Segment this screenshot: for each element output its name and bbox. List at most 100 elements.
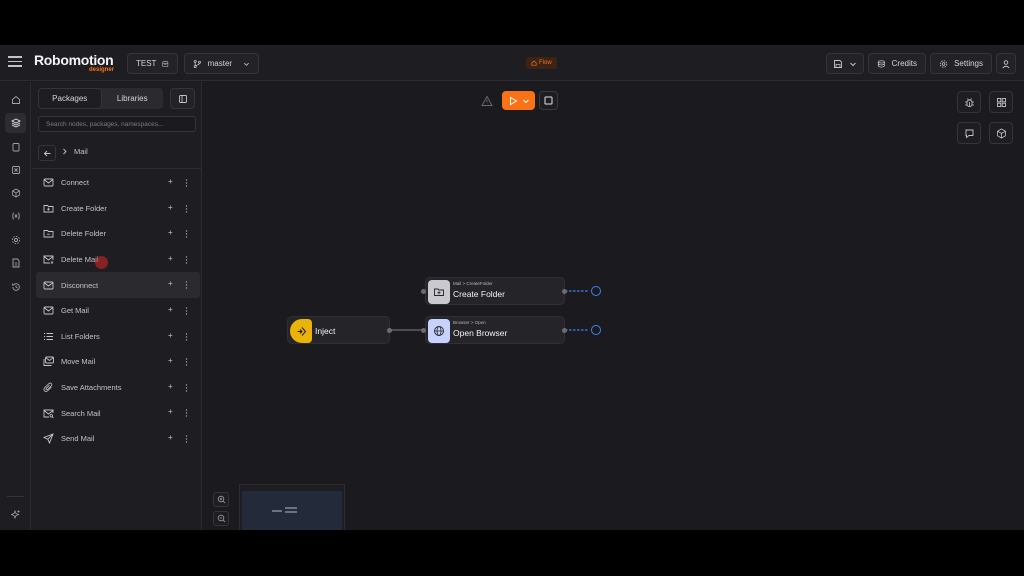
layers-icon [10, 118, 21, 128]
nav-home[interactable] [10, 94, 21, 105]
node-open-browser[interactable]: Browser > Open Open Browser [421, 316, 567, 344]
top-bar: Robomotion designer TEST master Flow Cre… [0, 45, 1024, 81]
drag-handle-icon[interactable] [185, 307, 188, 315]
file-text-icon [12, 258, 19, 267]
back-button[interactable] [38, 145, 56, 161]
drag-handle-icon[interactable] [185, 409, 188, 418]
list-item-move-mail[interactable]: Move Mail + [36, 349, 200, 375]
nav-divider [7, 496, 24, 497]
list-item-disconnect[interactable]: Disconnect + [36, 272, 200, 298]
app-window: Robomotion designer TEST master Flow Cre… [0, 45, 1024, 530]
menu-icon[interactable] [8, 56, 22, 70]
drag-handle-icon[interactable] [185, 384, 188, 392]
list-item-create-folder[interactable]: Create Folder + [36, 196, 200, 222]
nav-variables[interactable] [10, 164, 21, 175]
breadcrumb-current[interactable]: Mail [74, 147, 88, 156]
nav-logs[interactable] [10, 257, 21, 268]
drag-handle-icon[interactable] [185, 281, 188, 290]
breadcrumb: Mail [62, 147, 88, 156]
zoom-in-button[interactable] [213, 492, 229, 507]
list-icon [43, 331, 54, 342]
minimap[interactable] [239, 484, 345, 530]
save-dropdown[interactable] [826, 53, 864, 74]
project-selector[interactable]: TEST [127, 53, 178, 74]
list-item-search-mail[interactable]: Search Mail + [36, 400, 200, 426]
drag-handle-icon[interactable] [185, 358, 188, 366]
home-icon [531, 60, 537, 66]
nav-functions[interactable] [10, 210, 21, 221]
node-inject[interactable]: Inject [287, 316, 392, 344]
tab-libraries[interactable]: Libraries [102, 88, 164, 109]
nav-history[interactable] [10, 281, 21, 292]
branch-selector[interactable]: master [184, 53, 259, 74]
add-icon[interactable]: + [168, 331, 173, 340]
credits-label: Credits [891, 59, 917, 68]
nav-ai-assistant[interactable] [10, 508, 21, 519]
list-item-get-mail[interactable]: Get Mail + [36, 298, 200, 324]
node-title: Create Folder [453, 289, 505, 299]
logo-text: Robomotion [34, 52, 114, 68]
credits-button[interactable]: Credits [868, 53, 926, 74]
add-icon[interactable]: + [168, 254, 173, 263]
folder-plus-icon [428, 280, 450, 304]
clipboard-icon [12, 142, 19, 151]
gear-icon [939, 59, 948, 68]
minimap-node [272, 510, 282, 512]
add-icon[interactable]: + [168, 229, 173, 237]
add-icon[interactable]: + [168, 280, 173, 288]
panel-toggle-button[interactable] [170, 88, 195, 109]
search-input[interactable] [38, 116, 196, 132]
flow-canvas[interactable]: Inject Mail > CreateFolder Create Folder… [203, 82, 1024, 530]
mail-icon [43, 280, 54, 291]
tab-packages[interactable]: Packages [38, 88, 102, 109]
branch-name: master [207, 59, 233, 68]
panel-divider [32, 168, 202, 169]
add-output-create-folder [591, 286, 601, 296]
chevron-right-icon [63, 148, 67, 155]
list-item-label: Get Mail [61, 306, 89, 316]
list-item-save-attachments[interactable]: Save Attachments + [36, 375, 200, 401]
add-icon[interactable]: + [168, 203, 173, 212]
add-output-open-browser [591, 325, 601, 335]
flow-edges [390, 286, 601, 335]
list-item-delete-folder[interactable]: Delete Folder + [36, 221, 200, 247]
nav-clipboard[interactable] [10, 141, 21, 152]
drag-handle-icon[interactable] [185, 435, 188, 443]
add-icon[interactable]: + [168, 433, 173, 442]
drag-handle-icon[interactable] [185, 204, 188, 213]
add-icon[interactable]: + [168, 305, 173, 314]
input-port[interactable] [421, 289, 426, 294]
output-port[interactable] [562, 289, 567, 294]
input-port[interactable] [421, 328, 426, 333]
node-list: Connect + Create Folder + Delete Folder … [36, 170, 200, 452]
add-icon[interactable]: + [168, 178, 173, 186]
folder-plus-icon [43, 203, 54, 214]
drag-handle-icon[interactable] [185, 332, 188, 341]
inject-icon [290, 319, 312, 343]
node-create-folder[interactable]: Mail > CreateFolder Create Folder [421, 277, 567, 305]
settings-button[interactable]: Settings [930, 53, 992, 74]
output-port[interactable] [562, 328, 567, 333]
list-item-send-mail[interactable]: Send Mail + [36, 426, 200, 452]
node-title: Open Browser [453, 328, 508, 338]
list-item-connect[interactable]: Connect + [36, 170, 200, 196]
add-icon[interactable]: + [168, 357, 173, 365]
drag-handle-icon[interactable] [185, 179, 188, 187]
nav-packages[interactable] [5, 113, 26, 133]
zoom-out-button[interactable] [213, 511, 229, 526]
add-icon[interactable]: + [168, 382, 173, 391]
database-icon [877, 59, 885, 68]
add-icon[interactable]: + [168, 408, 173, 416]
list-item-label: List Folders [61, 331, 100, 341]
drag-handle-icon[interactable] [185, 230, 188, 238]
output-port[interactable] [387, 328, 392, 333]
list-item-label: Search Mail [61, 408, 101, 418]
nav-cube[interactable] [10, 187, 21, 198]
list-item-list-folders[interactable]: List Folders + [36, 324, 200, 350]
list-item-delete-mail[interactable]: Delete Mail + [36, 247, 200, 273]
list-item-label: Move Mail [61, 357, 96, 367]
user-button[interactable] [996, 53, 1016, 74]
nav-settings[interactable] [10, 234, 21, 245]
settings-label: Settings [954, 59, 983, 68]
drag-handle-icon[interactable] [185, 256, 188, 264]
